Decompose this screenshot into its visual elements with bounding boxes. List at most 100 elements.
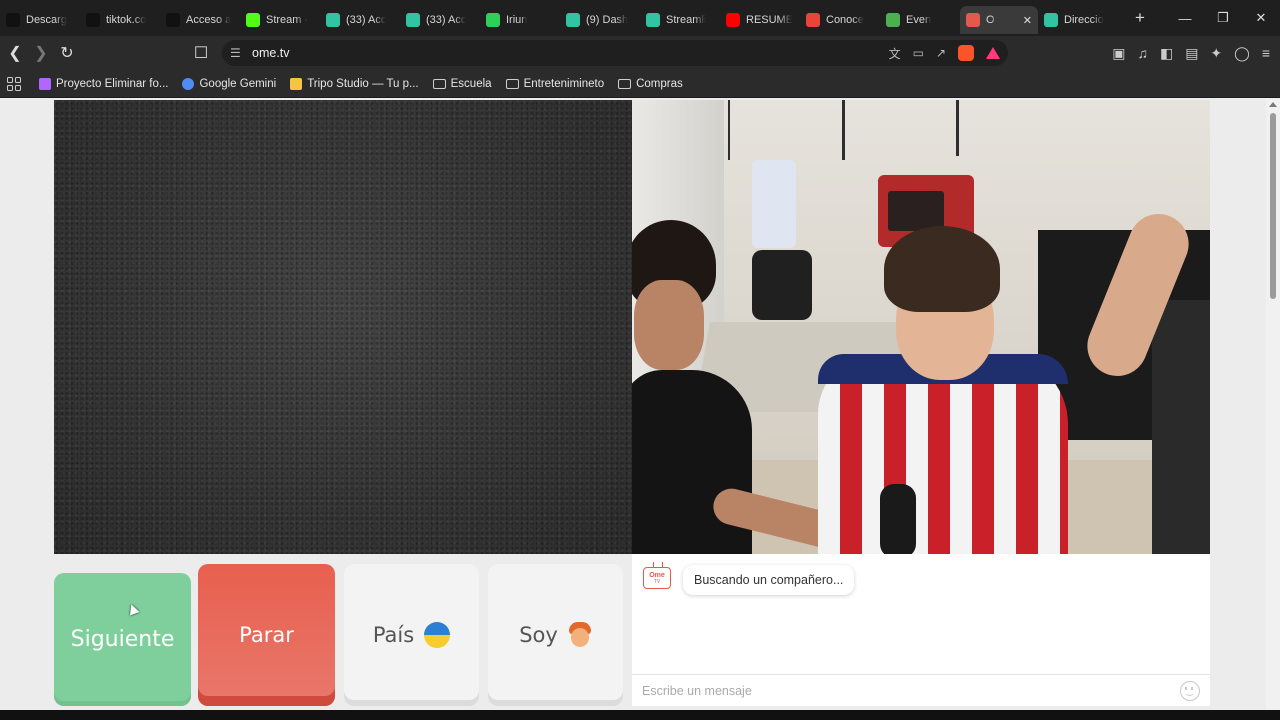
browser-tab[interactable]: Conoce	[800, 6, 880, 34]
video-scene-shelf	[842, 100, 845, 160]
streamlabs-icon	[406, 13, 420, 27]
status-message-text: Buscando un compañero...	[694, 573, 844, 587]
bookmarks-bar: Proyecto Eliminar fo... Google Gemini Trip…	[0, 70, 1280, 98]
browser-tab[interactable]: O ✕	[960, 6, 1038, 34]
folder-icon	[432, 78, 446, 89]
tab-label: RESUME	[746, 14, 794, 26]
reload-icon[interactable]: ↻	[54, 40, 80, 66]
close-tab-icon[interactable]: ✕	[1023, 14, 1032, 27]
tiktok-icon	[6, 13, 20, 27]
video-person	[1152, 300, 1210, 554]
scrollbar-thumb[interactable]	[1270, 113, 1276, 299]
next-button[interactable]: Siguiente	[54, 573, 191, 706]
streamlabs-icon	[646, 13, 660, 27]
folder-icon	[618, 78, 632, 89]
gender-button[interactable]: Soy	[488, 564, 623, 706]
scroll-up-icon[interactable]	[1269, 102, 1277, 107]
bookmark-item[interactable]: Escuela	[432, 78, 492, 90]
wallet-icon[interactable]: ▤	[1185, 45, 1198, 62]
browser-tab[interactable]: Streamli	[640, 6, 720, 34]
country-button-label: País	[372, 623, 415, 647]
share-icon[interactable]: ↗	[936, 46, 946, 60]
emoji-icon[interactable]	[1180, 681, 1200, 701]
stop-button[interactable]: Parar	[198, 564, 335, 706]
browser-tab[interactable]: Acceso a	[160, 6, 240, 34]
video-scene-shelf	[728, 100, 730, 160]
bookmark-item[interactable]: Tripo Studio — Tu p...	[290, 77, 419, 90]
logo-subtext: TV	[653, 578, 661, 585]
close-window-icon[interactable]: ✕	[1242, 0, 1280, 36]
minimize-icon[interactable]: —	[1166, 0, 1204, 36]
browser-tab[interactable]: Descarg	[0, 6, 80, 34]
tab-label: O	[986, 14, 995, 26]
bookmark-list: Proyecto Eliminar fo... Google Gemini Trip…	[39, 77, 697, 90]
bookmark-icon[interactable]: ☐	[188, 40, 214, 66]
bookmark-item[interactable]: Google Gemini	[182, 77, 276, 90]
tab-label: Iriun	[506, 14, 528, 26]
tab-label: tiktok.co	[106, 14, 147, 26]
browser-tab[interactable]: tiktok.co	[80, 6, 160, 34]
browser-tab[interactable]: (33) Acc	[320, 6, 400, 34]
media-icon[interactable]: ♫	[1137, 45, 1148, 61]
gemini-icon	[182, 77, 195, 90]
maximize-icon[interactable]: ❐	[1204, 0, 1242, 36]
page-scrollbar[interactable]	[1266, 99, 1280, 710]
bookmark-item[interactable]: Entretenimineto	[505, 77, 605, 90]
video-microphone	[880, 484, 916, 554]
next-button-label: Siguiente	[70, 627, 175, 652]
kick-icon	[246, 13, 260, 27]
boy-emoji-icon	[568, 622, 592, 648]
ome-tv-page: Siguiente Parar País Soy Ome TV Buscando…	[0, 99, 1266, 710]
tab-label: (33) Acc	[346, 14, 387, 26]
tripo-icon	[290, 77, 303, 90]
video-person	[632, 370, 752, 554]
bookmark-item[interactable]: Compras	[618, 78, 683, 90]
screenshot-icon[interactable]: ▣	[1112, 45, 1125, 62]
browser-tab[interactable]: Stream -	[240, 6, 320, 34]
browser-tab[interactable]: (33) Acc	[400, 6, 480, 34]
streamlabs-icon	[566, 13, 580, 27]
forward-icon[interactable]: ❯	[28, 40, 54, 66]
gender-button-label: Soy	[519, 623, 558, 647]
window-controls: — ❐ ✕	[1166, 0, 1280, 36]
browser-tab[interactable]: (9) Dash	[560, 6, 640, 34]
back-icon[interactable]: ❮	[2, 40, 28, 66]
globe-icon	[1044, 13, 1058, 27]
site-settings-icon[interactable]: ☰	[230, 46, 248, 60]
tab-label: Stream -	[266, 14, 309, 26]
address-bar-actions: 文 ▭ ↗	[889, 40, 1000, 66]
tab-label: (33) Acc	[426, 14, 467, 26]
video-scene-shelf	[956, 100, 959, 156]
cast-icon[interactable]: ▭	[913, 46, 924, 60]
bookmark-item[interactable]: Proyecto Eliminar fo...	[39, 77, 168, 90]
country-button[interactable]: País	[344, 564, 479, 706]
vpn-icon[interactable]: ◯	[1234, 45, 1250, 62]
brave-rewards-icon[interactable]	[986, 47, 1000, 59]
video-scene-fryer	[752, 250, 812, 320]
browser-tab[interactable]: Even	[880, 6, 960, 34]
brave-shields-icon[interactable]	[958, 45, 974, 61]
browser-toolbar: ❮ ❯ ↻ ☐ ☰ ome.tv 文 ▭ ↗ ▣ ♫ ◧ ▤ ✦ ◯ ≡	[0, 36, 1280, 70]
toolbar-right-icons: ▣ ♫ ◧ ▤ ✦ ◯ ≡	[1112, 36, 1270, 70]
stop-button-label: Parar	[239, 623, 294, 647]
leo-ai-icon[interactable]: ✦	[1210, 45, 1222, 62]
url-text: ome.tv	[252, 46, 290, 60]
menu-icon[interactable]: ≡	[1262, 45, 1270, 61]
tab-label: Streamli	[666, 14, 707, 26]
tab-label: Direccio	[1064, 14, 1104, 26]
browser-tab[interactable]: Iriun	[480, 6, 560, 34]
sidebar-icon[interactable]: ◧	[1160, 45, 1173, 62]
browser-tab[interactable]: RESUME	[720, 6, 800, 34]
translate-icon[interactable]: 文	[889, 45, 901, 62]
browser-tab[interactable]: Direccio	[1038, 6, 1118, 34]
youtube-icon	[726, 13, 740, 27]
bookmark-label: Entretenimineto	[523, 77, 605, 90]
apps-icon[interactable]	[7, 76, 21, 91]
tab-label: (9) Dash	[586, 14, 629, 26]
tab-label: Descarg	[26, 14, 67, 26]
new-tab-button[interactable]: +	[1130, 8, 1150, 28]
tab-label: Conoce	[826, 14, 864, 26]
message-input[interactable]	[642, 683, 1142, 698]
tab-label: Even	[906, 14, 932, 26]
address-bar[interactable]: ☰ ome.tv 文 ▭ ↗	[222, 40, 1008, 66]
